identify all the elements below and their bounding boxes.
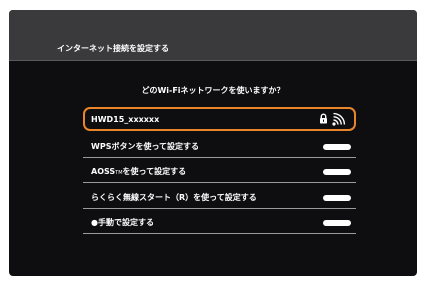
divider [83, 233, 356, 234]
option-label: AOSSTMを使って設定する [91, 167, 187, 176]
select-indicator [323, 220, 351, 226]
option-label: ●手動で設定する [91, 218, 154, 227]
divider [83, 182, 356, 183]
network-name: HWD15_xxxxxx [91, 115, 160, 124]
header-bar: インターネット接続を設定する [9, 10, 417, 60]
select-indicator [323, 144, 351, 150]
header-divider [9, 60, 417, 61]
option-label: WPSボタンを使って設定する [91, 142, 200, 151]
divider [83, 157, 356, 158]
page-title: インターネット接続を設定する [57, 44, 169, 53]
option-manual[interactable]: ●手動で設定する [83, 210, 356, 234]
prompt-question: どのWi-Fiネットワークを使いますか？ [141, 86, 285, 95]
select-indicator [323, 169, 351, 175]
divider [83, 208, 356, 209]
tv-screen: インターネット接続を設定する どのWi-Fiネットワークを使いますか？ HWD1… [9, 10, 417, 276]
option-rakuraku[interactable]: らくらく無線スタート（R）を使って設定する [83, 185, 356, 209]
option-aoss[interactable]: AOSSTMを使って設定する [83, 159, 356, 183]
lock-icon [319, 113, 328, 126]
select-indicator [323, 195, 351, 201]
network-item-selected[interactable]: HWD15_xxxxxx [83, 107, 356, 131]
option-wps[interactable]: WPSボタンを使って設定する [83, 134, 356, 158]
option-label: らくらく無線スタート（R）を使って設定する [91, 193, 257, 202]
wifi-signal-icon [332, 112, 346, 128]
